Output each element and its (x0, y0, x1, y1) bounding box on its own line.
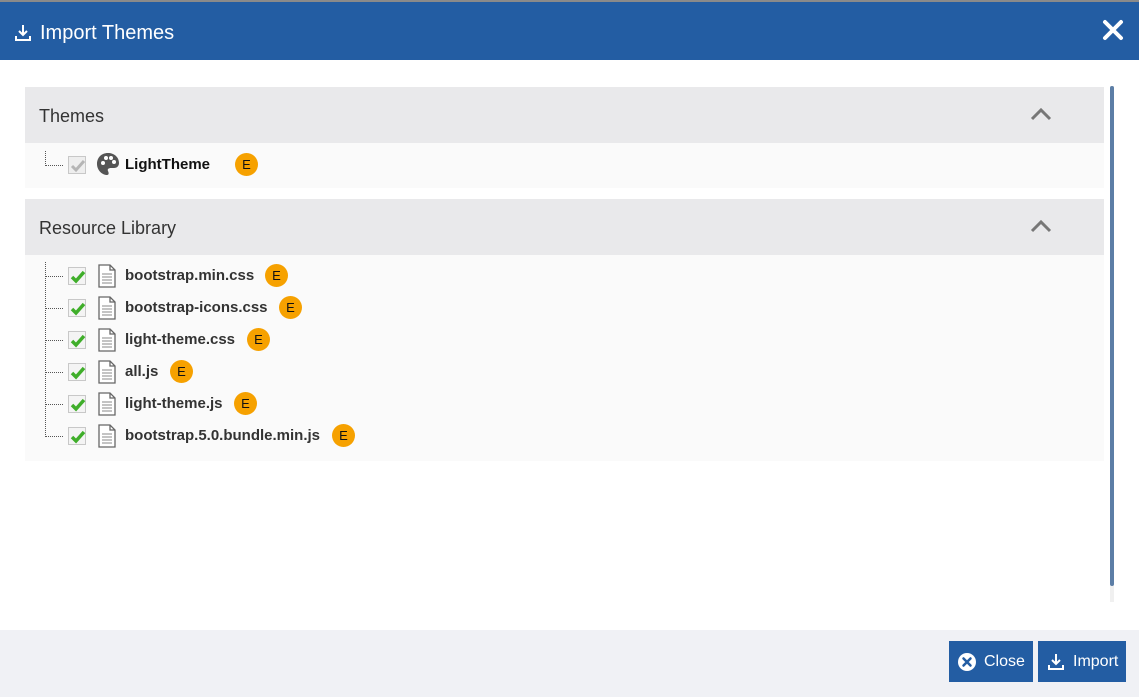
import-button[interactable]: Import (1038, 641, 1126, 682)
dialog-footer: Close Import (0, 630, 1139, 697)
tree-item-file[interactable]: bootstrap.min.css E (25, 260, 1104, 292)
item-checkbox[interactable] (68, 156, 86, 174)
item-checkbox[interactable] (68, 331, 86, 349)
dialog-content: Themes LightTheme E Resource Library boo… (0, 60, 1139, 630)
section-title: Themes (39, 106, 105, 126)
section-body-themes: LightTheme E (25, 143, 1104, 188)
scrollbar-thumb[interactable] (1110, 86, 1114, 586)
status-badge: E (332, 424, 355, 447)
tree-connector (45, 340, 63, 341)
tree-connector (45, 308, 63, 309)
file-icon (98, 328, 116, 352)
check-icon (70, 398, 86, 412)
chevron-up-icon[interactable] (1030, 219, 1052, 233)
tree-item-file[interactable]: light-theme.js E (25, 388, 1104, 420)
close-circle-icon (958, 653, 976, 671)
check-icon (70, 270, 86, 284)
item-label: light-theme.css (125, 331, 236, 348)
section-header-resource-library[interactable]: Resource Library (25, 199, 1104, 255)
import-button-label: Import (1073, 653, 1119, 670)
section-body-resource-library: bootstrap.min.css E bootstrap-icons.css … (25, 255, 1104, 461)
download-icon (1048, 654, 1064, 670)
check-icon (70, 334, 86, 348)
close-button-label: Close (984, 653, 1025, 670)
tree-item-file[interactable]: bootstrap-icons.css E (25, 292, 1104, 324)
status-badge: E (247, 328, 270, 351)
item-checkbox[interactable] (68, 363, 86, 381)
section-title: Resource Library (39, 218, 177, 238)
tree-connector (45, 165, 63, 166)
palette-icon (97, 153, 119, 175)
check-icon (70, 430, 86, 444)
check-icon (70, 366, 86, 380)
download-icon (15, 25, 31, 41)
status-badge: E (234, 392, 257, 415)
status-badge: E (170, 360, 193, 383)
close-x-icon[interactable] (1101, 18, 1125, 42)
item-checkbox[interactable] (68, 267, 86, 285)
status-badge: E (235, 153, 258, 176)
status-badge: E (279, 296, 302, 319)
check-icon (70, 302, 86, 316)
chevron-up-icon[interactable] (1030, 107, 1052, 121)
item-checkbox[interactable] (68, 395, 86, 413)
item-checkbox[interactable] (68, 299, 86, 317)
status-badge: E (265, 264, 288, 287)
item-label: bootstrap-icons.css (125, 299, 268, 316)
close-button[interactable]: Close (949, 641, 1033, 682)
file-icon (98, 264, 116, 288)
section-header-themes[interactable]: Themes (25, 87, 1104, 143)
tree-item-file[interactable]: light-theme.css E (25, 324, 1104, 356)
file-icon (98, 392, 116, 416)
file-icon (98, 424, 116, 448)
tree-connector (45, 436, 63, 437)
item-label: bootstrap.min.css (125, 267, 255, 284)
tree-item-lighttheme[interactable]: LightTheme E (25, 149, 1104, 181)
tree-connector (45, 372, 63, 373)
dialog-title: Import Themes (40, 22, 175, 44)
tree-item-file[interactable]: all.js E (25, 356, 1104, 388)
file-icon (98, 296, 116, 320)
tree-connector (45, 276, 63, 277)
item-label: LightTheme (125, 156, 210, 173)
tree-connector (45, 404, 63, 405)
dialog-titlebar: Import Themes (0, 0, 1139, 60)
item-label: bootstrap.5.0.bundle.min.js (125, 427, 321, 444)
tree-item-file[interactable]: bootstrap.5.0.bundle.min.js E (25, 420, 1104, 452)
item-label: light-theme.js (125, 395, 223, 412)
file-icon (98, 360, 116, 384)
item-label: all.js (125, 363, 159, 380)
check-icon (70, 160, 86, 173)
item-checkbox[interactable] (68, 427, 86, 445)
